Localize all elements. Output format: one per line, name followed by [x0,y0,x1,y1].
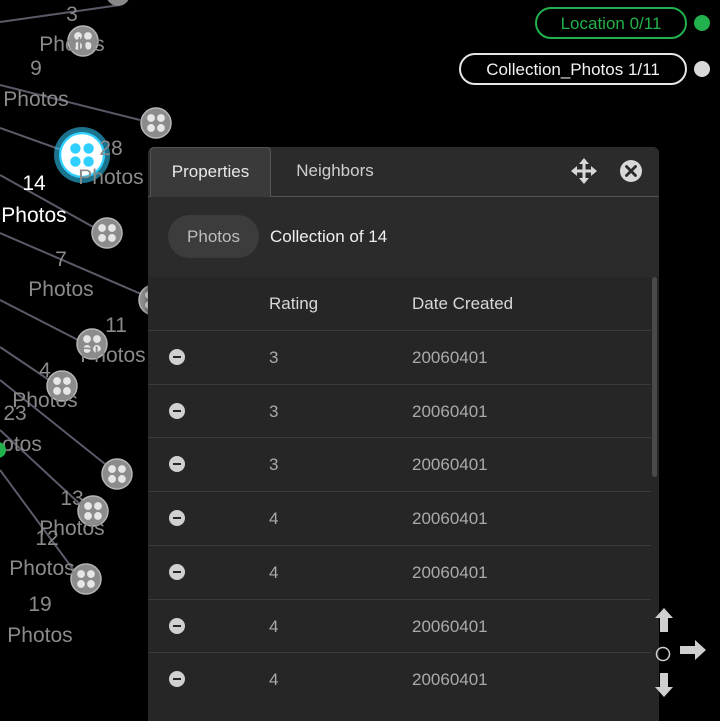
tab-neighbors-label: Neighbors [296,161,374,180]
node-unit-label: Photos [9,557,74,580]
node-count-label: 23 [3,402,26,425]
cell-rating: 3 [269,401,279,421]
column-header-date-created[interactable]: Date Created [412,277,513,330]
node-unit-label: otos [2,433,42,456]
table-row[interactable]: 3 20060401 [148,330,651,383]
node-unit-label: Photos [3,88,68,111]
tab-properties[interactable]: Properties [150,147,271,197]
graph-edge [0,4,121,23]
cell-rating: 4 [269,509,279,529]
node-count-label: 12 [35,527,58,550]
node-count-label: 13 [60,487,83,510]
minus-circle-icon[interactable] [169,617,185,634]
cell-rating: 3 [269,455,279,475]
cell-date-created: 20060401 [412,348,488,367]
cell-rating: 4 [269,670,279,690]
cell-date-created: 20060401 [412,562,488,582]
legend-location-label: Location 0/11 [560,14,662,33]
minus-circle-icon[interactable] [169,349,185,365]
legend-collection-dot [694,61,710,77]
table-row[interactable]: 4 20060401 [148,491,651,544]
close-icon[interactable] [617,157,645,185]
minus-circle-icon[interactable] [169,402,185,419]
legend-collection-label: Collection_Photos 1/11 [486,60,660,79]
graph-edge [0,299,79,341]
node-count-label: 28 [99,137,122,160]
cell-rating: 3 [269,348,279,367]
node-count-label: 9 [30,57,42,80]
minus-circle-icon[interactable] [169,671,185,688]
legend-collection[interactable]: Collection_Photos 1/11 [459,53,687,85]
legend-location[interactable]: Location 0/11 [535,7,687,39]
tab-neighbors[interactable]: Neighbors [276,147,394,195]
pan-center-icon[interactable] [655,643,671,667]
node-unit-label: Photos [80,344,145,367]
collection-summary: Collection of 14 [270,227,388,246]
type-badge: Photos [168,215,259,258]
table-row[interactable]: 4 20060401 [148,652,651,705]
minus-circle-icon[interactable] [169,510,185,527]
table-row[interactable]: 4 20060401 [148,598,651,652]
arrow-right-icon[interactable] [680,640,706,665]
graph-node-9[interactable] [140,107,172,139]
cell-date-created: 20060401 [412,670,488,690]
node-unit-label: Photos [1,204,66,227]
table-row[interactable]: 3 20060401 [148,383,651,437]
cell-date-created: 20060401 [412,616,488,636]
node-count-label: 11 [105,314,127,337]
type-badge-label: Photos [187,227,240,246]
minus-circle-icon[interactable] [169,456,185,473]
tab-properties-label: Properties [171,162,250,181]
move-icon[interactable] [570,157,598,185]
cell-rating: 4 [269,616,279,636]
node-count-label: 14 [22,172,46,195]
table-row[interactable]: 4 20060401 [148,544,651,598]
arrow-up-icon[interactable] [655,608,673,637]
node-unit-label: Photos [78,166,143,189]
node-count-label: 4 [39,359,51,382]
graph-node-12[interactable] [70,563,102,595]
graph-node-19[interactable] [101,458,133,490]
column-header-rating[interactable]: Rating [269,277,318,330]
cell-date-created: 20060401 [412,509,488,529]
node-count-label: 7 [55,248,67,271]
node-unit-label: Photos [7,624,72,647]
node-count-label: 3 [66,3,78,26]
minus-circle-icon[interactable] [169,563,185,580]
cell-date-created: 20060401 [412,455,488,475]
legend-location-dot [694,15,710,31]
scrollbar-thumb[interactable] [652,277,657,477]
panel-tabs: Properties Neighbors [148,147,659,197]
node-unit-label: Photos [28,278,93,301]
properties-panel: Properties Neighbors Photos Collection o… [148,147,659,721]
properties-table: Rating Date Created 3 20060401 3 20060401 3 2… [148,277,659,721]
cell-date-created: 20060401 [412,401,488,421]
cell-rating: 4 [269,562,279,582]
graph-node-7[interactable] [91,217,123,249]
graph-node-partial[interactable] [106,0,130,6]
node-unit-label: Photos [39,33,104,56]
node-count-label: 19 [28,593,51,616]
arrow-down-icon[interactable] [655,673,673,702]
table-row[interactable]: 3 20060401 [148,437,651,490]
